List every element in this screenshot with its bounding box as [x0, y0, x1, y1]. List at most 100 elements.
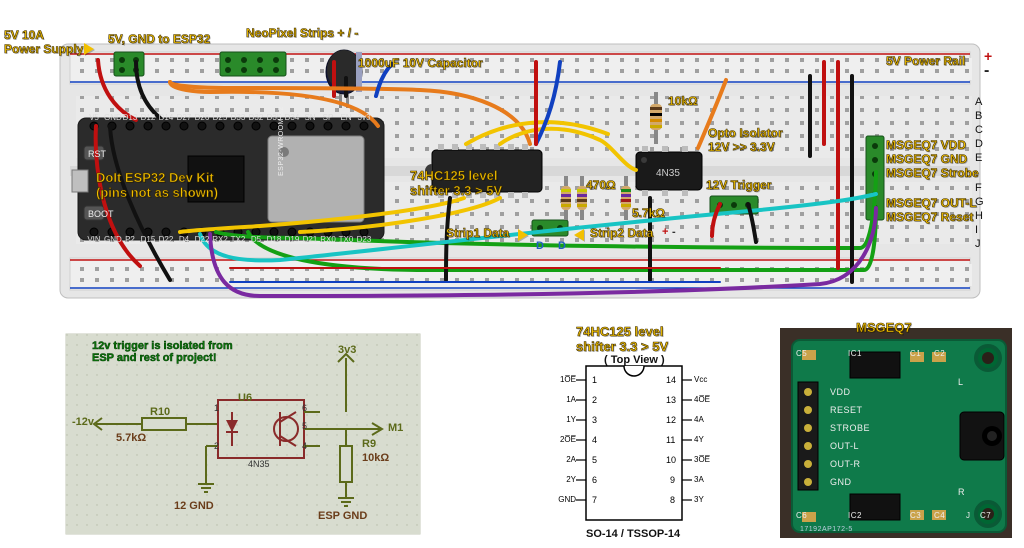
ic-pin11: 4Y	[694, 436, 704, 444]
label-rail-minus: -	[984, 62, 989, 80]
label-esp32: DoIt ESP32 Dev Kit (pins not as shown)	[96, 170, 218, 200]
msgeq7-title: MSGEQ7	[856, 320, 912, 335]
esp32-top-pin: SP	[320, 114, 336, 122]
msgeq7-silk-r: R	[958, 488, 965, 497]
msgeq7-pin-reset: RESET	[830, 406, 863, 415]
ic-pin2: 1A	[552, 396, 576, 404]
msgeq7-pin-outr: OUT-R	[830, 460, 861, 469]
ic-pin14: Vcc	[694, 376, 707, 384]
schematic-r10: R10	[150, 406, 170, 418]
esp32-top-pin: D13	[122, 114, 138, 122]
svg-text:1: 1	[592, 375, 597, 385]
esp32-bottom-pin: D5	[248, 236, 264, 244]
schematic-r10-val: 5.7kΩ	[116, 432, 146, 444]
esp32-bottom-pin: D19	[284, 236, 300, 244]
arrow-strip2-icon	[574, 226, 584, 244]
schematic-3v3: 3v3	[338, 344, 356, 356]
label-strip-minus: -	[672, 226, 676, 238]
schematic-pin5: 5	[302, 422, 307, 431]
esp32-top-pin: D33	[230, 114, 246, 122]
esp32-top-pin: D12	[140, 114, 156, 122]
msgeq7-silk-c2: C2	[934, 350, 945, 358]
schematic-r9: R9	[362, 438, 376, 450]
esp32-bottom-pin: D21	[302, 236, 318, 244]
label-d1: D	[536, 240, 544, 252]
svg-text:14: 14	[666, 375, 676, 385]
schematic-12v: -12v	[72, 416, 94, 428]
esp32-rst-label: RST	[88, 150, 106, 159]
label-strip1: Strip1 Data	[446, 226, 509, 240]
msgeq7-silk-c4: C4	[934, 512, 945, 520]
esp32-bottom-pin: P2	[122, 236, 138, 244]
svg-text:9: 9	[670, 475, 675, 485]
esp32-bottom-pin: VIN	[86, 236, 102, 244]
msgeq7-silk-c1: C1	[910, 350, 921, 358]
label-msgeq7-outl: MSGEQ7 OUT-L	[886, 196, 977, 210]
msgeq7-board-illustration	[0, 0, 1024, 548]
label-neopixel-strips: NeoPixel Strips + / -	[246, 26, 358, 40]
esp32-bottom-pin: D18	[266, 236, 282, 244]
label-470: 470Ω	[586, 178, 616, 192]
ic-pin12: 4A	[694, 416, 704, 424]
ic-footer: SO-14 / TSSOP-14	[586, 528, 680, 540]
esp32-top-pin: SN	[302, 114, 318, 122]
esp32-boot-label: BOOT	[88, 210, 114, 219]
msgeq7-silk-c6: C6	[796, 512, 807, 520]
esp32-top-pin: EN	[338, 114, 354, 122]
label-strip2: Strip2 Data	[590, 226, 653, 240]
schematic-r9-val: 10kΩ	[362, 452, 389, 464]
esp32-bottom-pin: RX0	[320, 236, 336, 244]
svg-text:7: 7	[592, 495, 597, 505]
svg-text:4: 4	[592, 435, 597, 445]
schematic-pin1: 1	[214, 404, 219, 413]
ic-topview: ( Top View )	[604, 354, 665, 366]
svg-text:5: 5	[592, 455, 597, 465]
esp32-top-pin: D25	[212, 114, 228, 122]
label-opto: Opto Isolator 12V >> 3.3V	[708, 126, 783, 154]
msgeq7-silk-ic1: IC1	[848, 350, 862, 358]
esp32-bottom-pin: D22	[194, 236, 210, 244]
msgeq7-silk-l: L	[958, 378, 964, 387]
ic-pin6: 2Y	[552, 476, 576, 484]
label-psu: 5V 10A Power Supply	[4, 28, 83, 56]
esp32-bottom-pin: TX0	[338, 236, 354, 244]
esp32-bottom-pin: D22	[158, 236, 174, 244]
schematic-note: 12v trigger is isolated from ESP and res…	[92, 340, 233, 364]
msgeq7-silk-j: J	[966, 512, 971, 520]
label-10k: 10kΩ	[668, 94, 698, 108]
svg-text:3: 3	[592, 415, 597, 425]
svg-text:8: 8	[670, 495, 675, 505]
schematic-m1: M1	[388, 422, 403, 434]
arrow-strip1-icon	[518, 226, 528, 244]
schematic-4n35: 4N35	[248, 460, 270, 469]
svg-text:13: 13	[666, 395, 676, 405]
arrow-psu-icon	[84, 40, 94, 58]
ic-pin8: 3Y	[694, 496, 704, 504]
breadboard-illustration: 4N35	[0, 0, 1024, 548]
label-5v-rail: 5V Power Rail	[886, 54, 965, 68]
esp32-bottom-pin: D23	[356, 236, 372, 244]
esp32-bottom-pin: D4	[176, 236, 192, 244]
msgeq7-silk-c5: C5	[796, 350, 807, 358]
ic-pinout-diagram: 123 4567 141312 111098	[0, 0, 1024, 548]
esp32-bottom-pin: TX2	[230, 236, 246, 244]
label-msgeq7-strobe: MSGEQ7 Strobe	[886, 166, 979, 180]
esp32-top-pin: D34	[284, 114, 300, 122]
msgeq7-pin-strobe: STROBE	[830, 424, 870, 433]
esp32-top-pin: D26	[194, 114, 210, 122]
label-5_7k: 5.7kΩ	[632, 206, 665, 220]
ic-pin3: 1Y	[552, 416, 576, 424]
msgeq7-pin-outl: OUT-L	[830, 442, 859, 451]
svg-text:12: 12	[666, 415, 676, 425]
esp32-top-pin: D27	[176, 114, 192, 122]
ic-pin10: 3O̅E̅	[694, 456, 710, 464]
svg-text:10: 10	[666, 455, 676, 465]
esp32-bottom-pin: RX2	[212, 236, 228, 244]
label-msgeq7-gnd: MSGEQ7 GND	[886, 152, 967, 166]
label-msgeq7-reset: MSGEQ7 Reset	[886, 210, 973, 224]
label-shifter: 74HC125 level shifter 3.3 > 5V	[410, 168, 502, 198]
ic-pin1: 1O̅E̅	[552, 376, 576, 384]
msgeq7-silk-c3: C3	[910, 512, 921, 520]
label-msgeq7-vdd: MSGEQ7 VDD	[886, 138, 966, 152]
label-capacitor: 1000uF 10V Capacitor	[358, 56, 483, 70]
